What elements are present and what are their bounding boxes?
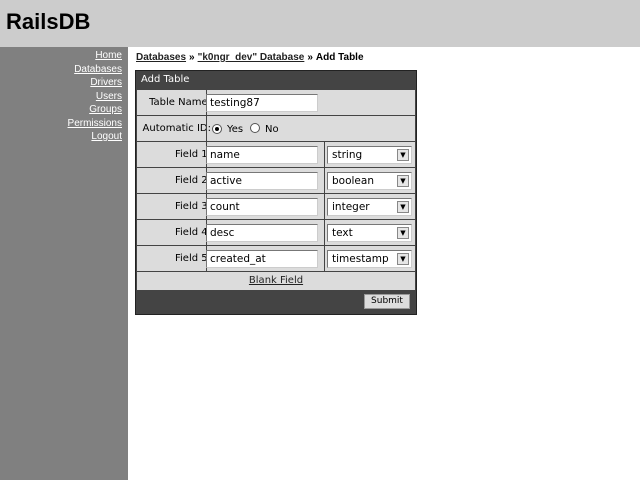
field-type-value: string: [332, 149, 363, 161]
blank-field-row: Blank Field: [137, 271, 415, 290]
field-type-select[interactable]: text ▼: [327, 224, 412, 242]
breadcrumb-databases-link[interactable]: Databases: [136, 52, 186, 63]
sidebar-item-groups[interactable]: Groups: [68, 103, 122, 117]
add-table-panel: Add Table Table Name: testing87 Automati…: [135, 70, 417, 315]
chevron-down-icon: ▼: [397, 149, 409, 161]
field-row: Field 3: count integer ▼: [137, 193, 415, 219]
field-name-input[interactable]: count: [206, 198, 318, 216]
sidebar-item-permissions[interactable]: Permissions: [68, 117, 122, 131]
automatic-id-row: Automatic ID: Yes No: [137, 115, 415, 141]
breadcrumb-database-link[interactable]: "k0ngr_dev" Database: [198, 52, 305, 63]
field-type-select[interactable]: boolean ▼: [327, 172, 412, 190]
chevron-down-icon: ▼: [397, 253, 409, 265]
table-name-row: Table Name: testing87: [137, 89, 415, 115]
sidebar-nav: Home Databases Drivers Users Groups Perm…: [68, 49, 122, 144]
chevron-down-icon: ▼: [397, 175, 409, 187]
panel-title: Add Table: [141, 74, 190, 85]
field-row: Field 4: desc text ▼: [137, 219, 415, 245]
field-row: Field 5: created_at timestamp ▼: [137, 245, 415, 271]
app-header: RailsDB: [0, 0, 640, 47]
field-type-value: timestamp: [332, 253, 389, 265]
breadcrumb-separator: »: [189, 52, 195, 63]
auto-id-yes-label: Yes: [227, 124, 244, 135]
field-type-select[interactable]: integer ▼: [327, 198, 412, 216]
app-title: RailsDB: [6, 9, 91, 34]
auto-id-yes-radio[interactable]: [212, 124, 222, 134]
auto-id-no-radio[interactable]: [250, 123, 260, 133]
blank-field-link[interactable]: Blank Field: [137, 275, 415, 286]
sidebar-item-drivers[interactable]: Drivers: [68, 76, 122, 90]
sidebar: Home Databases Drivers Users Groups Perm…: [0, 47, 128, 480]
table-name-input[interactable]: testing87: [206, 94, 318, 112]
sidebar-item-databases[interactable]: Databases: [68, 63, 122, 77]
sidebar-item-home[interactable]: Home: [68, 49, 122, 63]
chevron-down-icon: ▼: [397, 227, 409, 239]
table-name-label: Table Name:: [149, 97, 211, 108]
field-type-value: integer: [332, 201, 370, 213]
field-row: Field 2: active boolean ▼: [137, 167, 415, 193]
field-row: Field 1: name string ▼: [137, 141, 415, 167]
field-type-select[interactable]: string ▼: [327, 146, 412, 164]
field-name-input[interactable]: desc: [206, 224, 318, 242]
breadcrumb-separator: »: [307, 52, 313, 63]
breadcrumb-current: Add Table: [315, 52, 364, 63]
field-name-input[interactable]: active: [206, 172, 318, 190]
field-name-input[interactable]: name: [206, 146, 318, 164]
sidebar-item-logout[interactable]: Logout: [68, 130, 122, 144]
field-type-value: boolean: [332, 175, 374, 187]
breadcrumb: Databases» "k0ngr_dev" Database» Add Table: [136, 52, 364, 63]
sidebar-item-users[interactable]: Users: [68, 90, 122, 104]
automatic-id-label: Automatic ID:: [142, 123, 211, 134]
chevron-down-icon: ▼: [397, 201, 409, 213]
auto-id-no-label: No: [265, 124, 279, 135]
submit-button[interactable]: Submit: [364, 294, 410, 309]
field-name-input[interactable]: created_at: [206, 250, 318, 268]
field-type-select[interactable]: timestamp ▼: [327, 250, 412, 268]
field-type-value: text: [332, 227, 353, 239]
